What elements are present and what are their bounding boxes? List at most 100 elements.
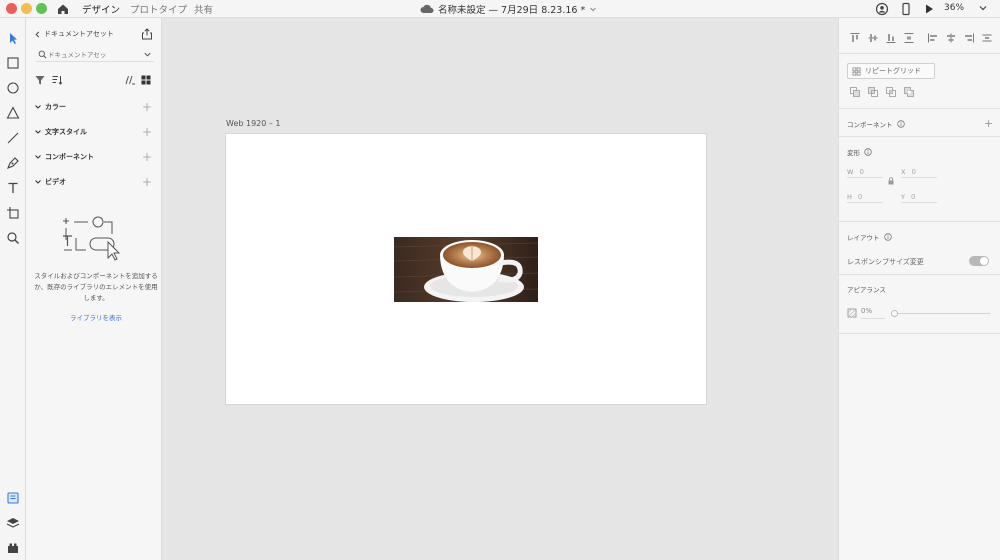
maximize-window-button[interactable] [36, 3, 47, 14]
info-icon[interactable] [864, 148, 872, 156]
document-title[interactable]: 名称未設定 — 7月29日 8.23.16 * [420, 2, 597, 16]
tab-prototype[interactable]: プロトタイプ [130, 2, 187, 16]
divider [839, 333, 1000, 334]
home-icon[interactable] [56, 2, 70, 16]
select-tool-icon[interactable] [5, 30, 21, 46]
layers-icon[interactable] [5, 515, 21, 531]
zoom-chevron-icon[interactable] [977, 2, 989, 14]
account-icon[interactable] [875, 2, 889, 16]
boolean-exclude-icon[interactable] [903, 86, 915, 98]
opacity-slider-knob[interactable] [891, 310, 898, 317]
artboard-tool-icon[interactable] [5, 205, 21, 221]
device-preview-icon[interactable] [899, 2, 913, 16]
share-export-icon[interactable] [141, 28, 153, 40]
rectangle-tool-icon[interactable] [5, 55, 21, 71]
chevron-down-icon [35, 155, 41, 159]
y-field[interactable]: Y 0 [901, 191, 937, 203]
section-character-styles-label: 文字スタイル [45, 128, 87, 136]
layout-label: レイアウト [847, 234, 880, 242]
responsive-resize-label: レスポンシブサイズ変更 [847, 258, 924, 266]
search-icon [38, 50, 47, 59]
polygon-tool-icon[interactable] [5, 105, 21, 121]
x-key: X [901, 167, 906, 176]
section-colors-label: カラー [45, 103, 66, 111]
properties-panel: リピートグリッド コンポーネント + 変形 W 0 X 0 H 0 Y 0 レイ… [838, 18, 1000, 560]
tab-design[interactable]: デザイン [82, 2, 121, 21]
boolean-intersect-icon[interactable] [885, 86, 897, 98]
width-value: 0 [859, 167, 864, 176]
plugins-icon[interactable] [5, 540, 21, 556]
lock-aspect-icon[interactable] [887, 177, 895, 185]
align-center-icon[interactable] [945, 32, 957, 44]
library-illustration-icon [63, 216, 121, 261]
boolean-add-icon[interactable] [849, 86, 861, 98]
document-title-text: 名称未設定 — 7月29日 8.23.16 * [438, 5, 586, 16]
opacity-slider[interactable] [891, 310, 990, 317]
divider [839, 108, 1000, 109]
height-key: H [847, 192, 852, 201]
responsive-resize-toggle[interactable] [969, 256, 989, 266]
align-right-icon[interactable] [963, 32, 975, 44]
align-left-icon[interactable] [927, 32, 939, 44]
ellipse-tool-icon[interactable] [5, 80, 21, 96]
repeat-grid-icon [852, 66, 861, 76]
line-tool-icon[interactable] [5, 130, 21, 146]
x-field[interactable]: X 0 [901, 166, 937, 178]
view-libraries-link[interactable]: ライブラリを表示 [34, 312, 158, 322]
boolean-subtract-icon[interactable] [867, 86, 879, 98]
info-icon[interactable] [896, 120, 905, 128]
transform-label: 変形 [847, 149, 860, 157]
coffee-latte-image[interactable] [394, 237, 538, 302]
assets-panel-icon[interactable] [5, 490, 21, 506]
repeat-grid-label: リピートグリッド [865, 67, 921, 75]
add-component-icon[interactable]: + [142, 151, 152, 163]
section-components[interactable]: コンポーネント + [34, 150, 156, 164]
component-section-header: コンポーネント [847, 119, 905, 129]
transform-section-header: 変形 [847, 147, 872, 157]
section-video-label: ビデオ [45, 178, 66, 186]
component-label: コンポーネント [847, 121, 893, 129]
info-icon[interactable] [883, 233, 892, 241]
align-top-icon[interactable] [849, 32, 861, 44]
add-color-icon[interactable]: + [142, 101, 152, 113]
title-bar: デザイン プロトタイプ 共有 名称未設定 — 7月29日 8.23.16 * 3… [0, 0, 1000, 21]
zoom-level[interactable]: 36% [944, 3, 964, 13]
opacity-icon [847, 308, 857, 318]
section-video[interactable]: ビデオ + [34, 175, 156, 189]
search-input[interactable] [48, 50, 128, 59]
grid-view-icon[interactable] [140, 74, 152, 86]
sort-icon[interactable] [51, 74, 63, 86]
align-middle-icon[interactable] [867, 32, 879, 44]
repeat-grid-button[interactable]: リピートグリッド [847, 63, 935, 79]
section-character-styles[interactable]: 文字スタイル + [34, 125, 156, 139]
filter-icon[interactable] [34, 74, 46, 86]
tool-rail [0, 18, 26, 560]
chevron-down-icon[interactable] [143, 50, 152, 59]
x-value: 0 [911, 167, 916, 176]
distribute-horizontal-icon[interactable] [981, 32, 993, 44]
add-component-icon[interactable]: + [984, 117, 993, 130]
section-colors[interactable]: カラー + [34, 100, 156, 114]
assets-header[interactable]: ドキュメントアセット [34, 29, 114, 39]
add-character-style-icon[interactable]: + [142, 126, 152, 138]
height-field[interactable]: H 0 [847, 191, 883, 203]
close-window-button[interactable] [6, 3, 17, 14]
distribute-vertical-icon[interactable] [903, 32, 915, 44]
minimize-window-button[interactable] [21, 3, 32, 14]
opacity-value[interactable]: 0% [861, 307, 885, 319]
chevron-left-icon[interactable] [34, 31, 41, 38]
text-tool-icon[interactable] [5, 180, 21, 196]
tab-share[interactable]: 共有 [194, 2, 213, 16]
y-value: 0 [910, 192, 916, 201]
divider [839, 274, 1000, 275]
asset-search[interactable] [36, 48, 154, 62]
zoom-tool-icon[interactable] [5, 230, 21, 246]
artboard-label[interactable]: Web 1920 – 1 [226, 119, 281, 128]
chevron-down-icon [35, 130, 41, 134]
play-icon[interactable] [922, 2, 936, 16]
add-video-icon[interactable]: + [142, 176, 152, 188]
width-field[interactable]: W 0 [847, 166, 883, 178]
list-view-icon[interactable] [124, 74, 136, 86]
pen-tool-icon[interactable] [5, 155, 21, 171]
align-bottom-icon[interactable] [885, 32, 897, 44]
